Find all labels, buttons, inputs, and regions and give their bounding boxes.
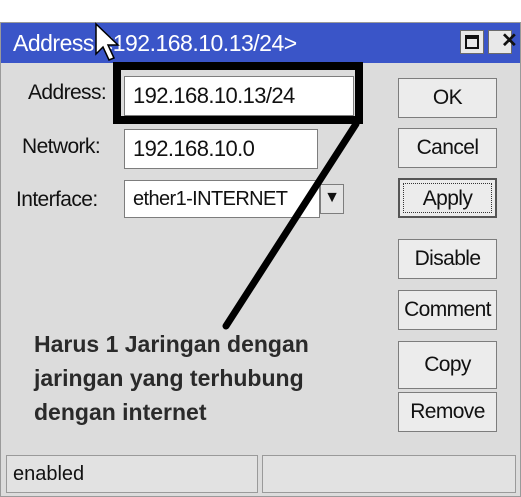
- annotation-arrow-line: [222, 120, 360, 330]
- mouse-cursor-icon: [95, 22, 120, 61]
- annotation-overlay: [95, 22, 360, 330]
